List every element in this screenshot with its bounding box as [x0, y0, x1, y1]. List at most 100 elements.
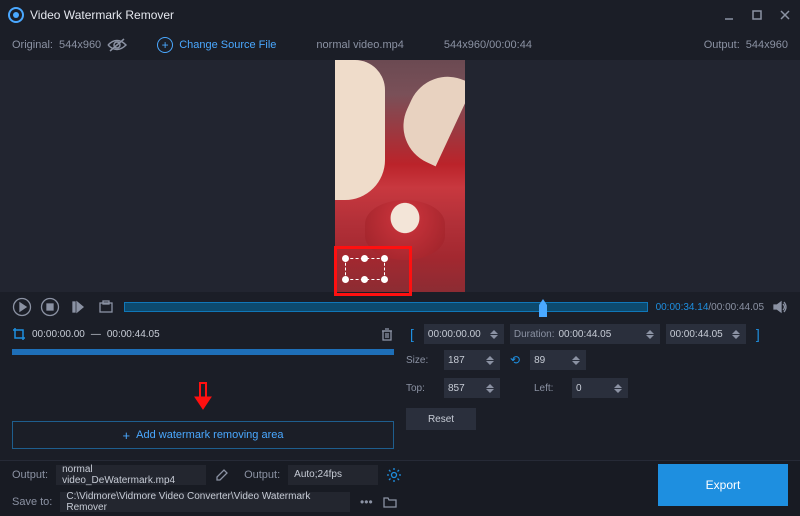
output-filename-field[interactable]: normal video_DeWatermark.mp4: [56, 465, 206, 485]
segments-panel: 00:00:00.00 — 00:00:44.05 + Add watermar…: [12, 322, 394, 456]
close-button[interactable]: [778, 8, 792, 22]
current-time: 00:00:34.14: [656, 302, 709, 313]
seek-handle[interactable]: [539, 299, 547, 317]
spin-up[interactable]: [732, 330, 740, 334]
range-start-field[interactable]: 00:00:00.00: [424, 324, 504, 344]
spin-up[interactable]: [614, 384, 622, 388]
segment-icon: [12, 327, 26, 341]
video-preview[interactable]: [0, 60, 800, 292]
open-folder-icon[interactable]: [382, 494, 398, 510]
spin-down[interactable]: [490, 335, 498, 339]
spin-down[interactable]: [486, 361, 494, 365]
resize-handle-se[interactable]: [381, 276, 388, 283]
lower-panels: 00:00:00.00 — 00:00:44.05 + Add watermar…: [0, 322, 800, 460]
size-height-value: 89: [534, 355, 545, 366]
range-start-bracket-button[interactable]: [: [406, 326, 418, 342]
delete-segment-button[interactable]: [380, 327, 394, 341]
spinner: [646, 325, 656, 343]
app-logo-icon: [8, 7, 24, 23]
export-label: Export: [706, 478, 741, 492]
spin-up[interactable]: [486, 384, 494, 388]
resize-handle-ne[interactable]: [381, 255, 388, 262]
spin-down[interactable]: [732, 335, 740, 339]
spin-down[interactable]: [614, 389, 622, 393]
annotation-arrow-icon: [191, 381, 215, 411]
left-value: 0: [576, 383, 582, 394]
properties-panel: [ 00:00:00.00 Duration: 00:00:44.05 00:0…: [406, 322, 788, 456]
left-field[interactable]: 0: [572, 378, 628, 398]
preview-visibility-icon[interactable]: [107, 38, 127, 52]
segment-row: 00:00:00.00 — 00:00:44.05: [12, 322, 394, 346]
export-button[interactable]: Export: [658, 464, 788, 506]
stop-button[interactable]: [40, 297, 60, 317]
info-bar: Original: 544x960 + Change Source File n…: [0, 30, 800, 60]
time-range-row: [ 00:00:00.00 Duration: 00:00:44.05 00:0…: [406, 322, 788, 346]
size-height-field[interactable]: 89: [530, 350, 586, 370]
resize-handle-n[interactable]: [361, 255, 368, 262]
top-field[interactable]: 857: [444, 378, 500, 398]
spinner: [490, 325, 500, 343]
play-button[interactable]: [12, 297, 32, 317]
spinner: [614, 379, 624, 397]
resize-handle-sw[interactable]: [342, 276, 349, 283]
top-label: Top:: [406, 383, 434, 394]
change-source-button[interactable]: + Change Source File: [157, 37, 276, 53]
output-label-1: Output:: [12, 469, 48, 481]
spin-up[interactable]: [646, 330, 654, 334]
spin-down[interactable]: [646, 335, 654, 339]
spinner: [486, 351, 496, 369]
output-format-field[interactable]: Auto;24fps: [288, 465, 378, 485]
maximize-button[interactable]: [750, 8, 764, 22]
position-row: Top: 857 Left: 0: [406, 374, 788, 402]
bottom-area: Output: normal video_DeWatermark.mp4 Out…: [0, 460, 800, 516]
titlebar: Video Watermark Remover: [0, 0, 800, 30]
snapshot-button[interactable]: [96, 297, 116, 317]
total-time: 00:00:44.05: [711, 302, 764, 313]
file-dim-duration: 544x960/00:00:44: [444, 39, 532, 51]
spin-up[interactable]: [486, 356, 494, 360]
step-forward-button[interactable]: [68, 297, 88, 317]
segment-bar[interactable]: [12, 349, 394, 355]
watermark-selection-box[interactable]: [345, 258, 385, 280]
original-dimensions: 544x960: [59, 39, 101, 51]
time-display: 00:00:34.14/00:00:44.05: [656, 302, 764, 313]
duration-label: Duration:: [514, 329, 555, 340]
range-end-field[interactable]: 00:00:44.05: [666, 324, 746, 344]
seek-bar[interactable]: [124, 302, 648, 312]
app-title: Video Watermark Remover: [30, 8, 174, 22]
filename-label: normal video.mp4: [316, 39, 403, 51]
size-row: Size: 187 ⟲ 89: [406, 346, 788, 374]
range-end-value: 00:00:44.05: [670, 329, 723, 340]
edit-filename-icon[interactable]: [214, 467, 230, 483]
volume-icon[interactable]: [772, 299, 788, 315]
save-path-field[interactable]: C:\Vidmore\Vidmore Video Converter\Video…: [60, 492, 350, 512]
spin-up[interactable]: [572, 356, 580, 360]
reset-button[interactable]: Reset: [406, 408, 476, 430]
resize-handle-nw[interactable]: [342, 255, 349, 262]
duration-value: 00:00:44.05: [558, 329, 611, 340]
add-watermark-area-button[interactable]: + Add watermark removing area: [12, 421, 394, 449]
spin-down[interactable]: [572, 361, 580, 365]
save-label: Save to:: [12, 496, 52, 508]
plus-icon: +: [157, 37, 173, 53]
reset-label: Reset: [428, 414, 454, 425]
segment-start: 00:00:00.00: [32, 329, 85, 340]
spin-down[interactable]: [486, 389, 494, 393]
spinner: [572, 351, 582, 369]
size-width-field[interactable]: 187: [444, 350, 500, 370]
spin-up[interactable]: [490, 330, 498, 334]
more-icon[interactable]: •••: [358, 494, 374, 510]
original-info: Original: 544x960: [12, 38, 127, 52]
range-end-bracket-button[interactable]: ]: [752, 326, 764, 342]
left-label: Left:: [534, 383, 562, 394]
playback-controls: 00:00:34.14/00:00:44.05: [0, 292, 800, 322]
duration-field[interactable]: Duration: 00:00:44.05: [510, 324, 660, 344]
segment-sep: —: [91, 329, 101, 340]
resize-handle-s[interactable]: [361, 276, 368, 283]
plus-icon: +: [123, 428, 131, 443]
settings-icon[interactable]: [386, 467, 402, 483]
segment-end: 00:00:44.05: [107, 329, 160, 340]
output-format: Auto;24fps: [294, 469, 342, 480]
link-aspect-icon[interactable]: ⟲: [510, 353, 520, 367]
minimize-button[interactable]: [722, 8, 736, 22]
